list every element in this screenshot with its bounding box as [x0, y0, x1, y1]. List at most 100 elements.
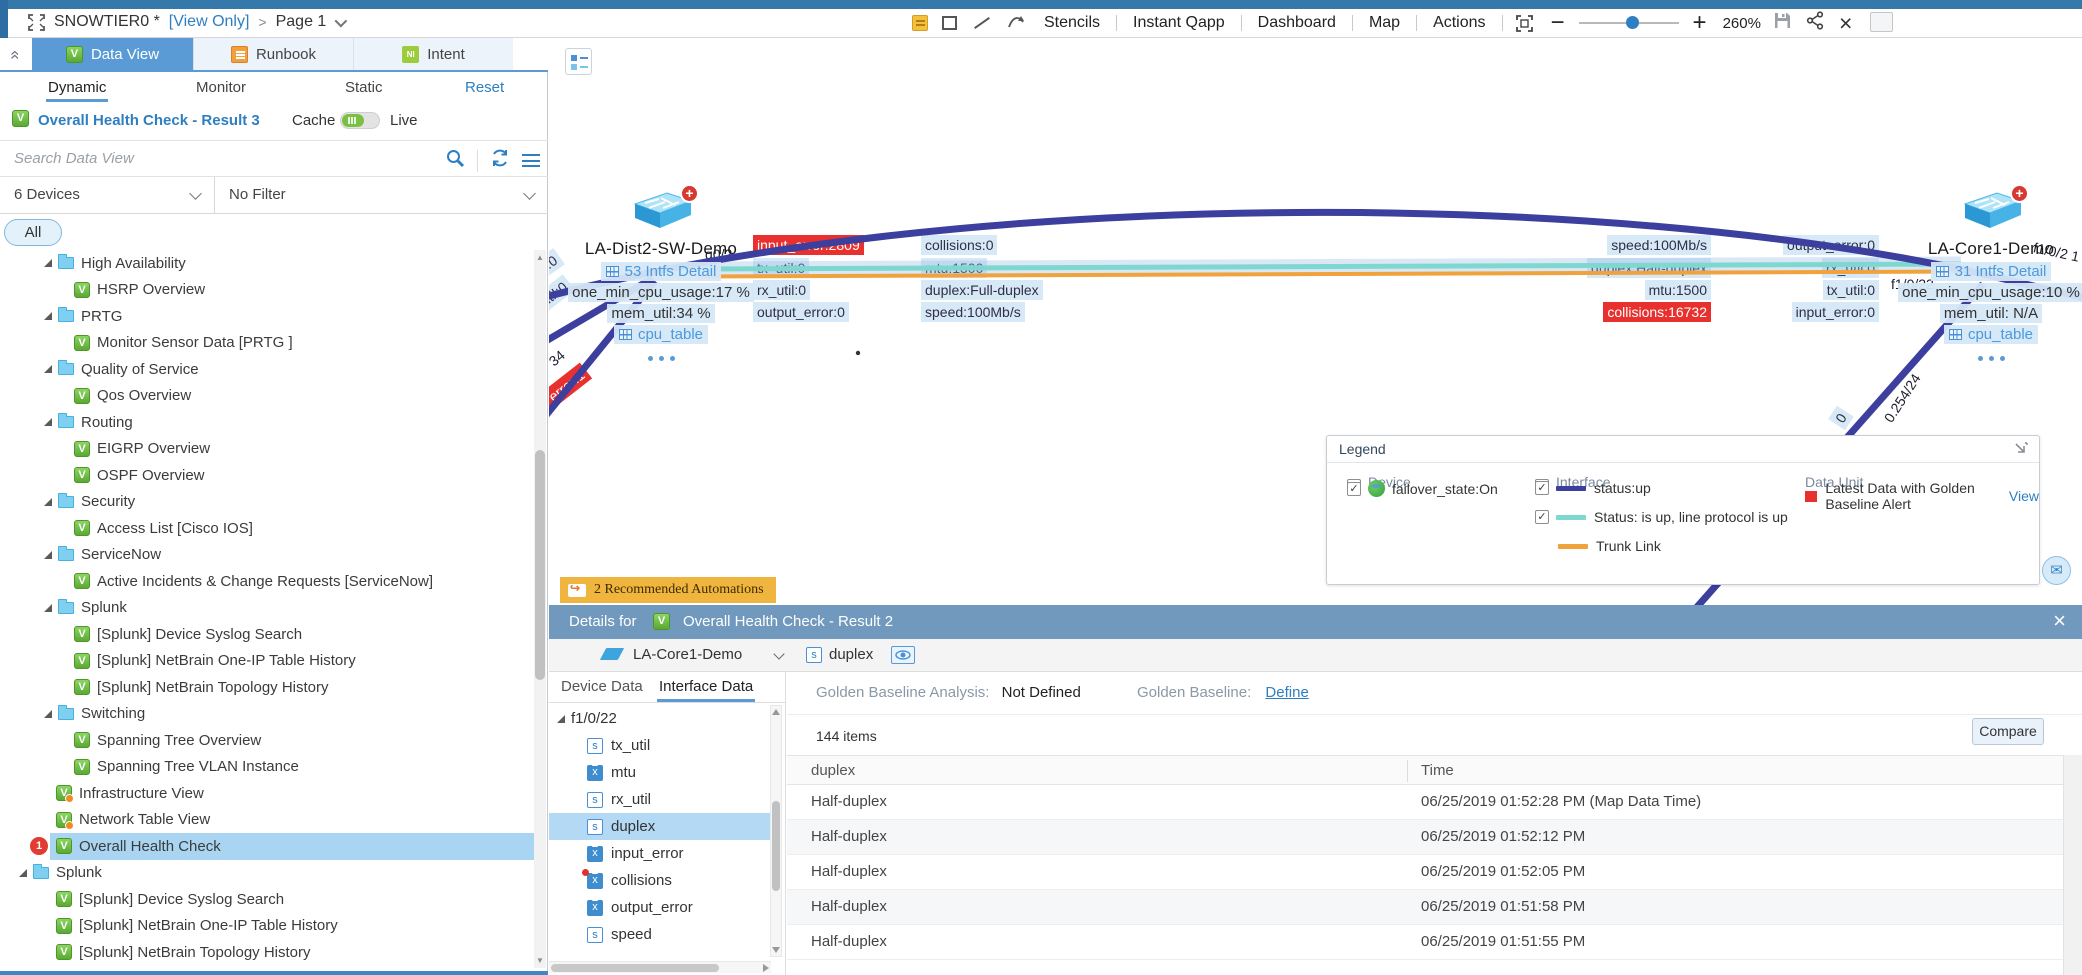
tree-folder-high-availability[interactable]: High Availability	[0, 250, 535, 277]
tab-intent[interactable]: NI Intent	[353, 38, 513, 70]
share-icon[interactable]	[1806, 11, 1825, 35]
field-input_error[interactable]: xinput_error	[549, 840, 771, 867]
tree-item-ospf-overview[interactable]: VOSPF Overview	[0, 966, 535, 969]
chevron-down-icon[interactable]	[773, 648, 784, 659]
tree-item-eigrp-overview[interactable]: VEIGRP Overview	[0, 436, 535, 463]
menu-instant-qapp[interactable]: Instant Qapp	[1130, 14, 1228, 32]
fit-screen-icon[interactable]	[1516, 15, 1533, 32]
device-scope-dropdown[interactable]: 6 Devices	[0, 177, 215, 214]
intfs-detail-link[interactable]: 53 Intfs Detail	[601, 262, 722, 281]
table-row[interactable]: Half-duplex06/25/2019 01:52:12 PM	[787, 820, 2063, 855]
intfs-detail-link[interactable]: 31 Intfs Detail	[1931, 262, 2052, 281]
tree-item-qos-overview[interactable]: VQos Overview	[0, 383, 535, 410]
eye-icon[interactable]	[891, 646, 915, 664]
search-bar[interactable]: Search Data View	[0, 140, 548, 177]
tree-caret-icon[interactable]	[557, 715, 565, 723]
detached-panel-icon[interactable]	[1870, 12, 1893, 32]
tree-folder-quality-of-service[interactable]: Quality of Service	[0, 356, 535, 383]
table-row[interactable]: Half-duplex06/25/2019 01:52:28 PM (Map D…	[787, 785, 2063, 820]
subtab-dynamic[interactable]: Dynamic	[48, 79, 106, 96]
tree-folder-security[interactable]: Security	[0, 489, 535, 516]
tree-folder-servicenow[interactable]: ServiceNow	[0, 542, 535, 569]
checkbox-checked[interactable]: ✓	[1535, 510, 1549, 524]
save-icon[interactable]	[1773, 11, 1792, 35]
table-scrollbar[interactable]	[2063, 755, 2082, 975]
scrollbar-thumb[interactable]	[535, 450, 545, 680]
reset-link[interactable]: Reset	[465, 79, 504, 96]
tree-folder-prtg[interactable]: PRTG	[0, 303, 535, 330]
tab-data-view[interactable]: V Data View	[32, 38, 193, 70]
expand-map-icon[interactable]	[28, 14, 45, 31]
tree-caret-icon[interactable]	[44, 498, 52, 506]
refresh-icon[interactable]	[490, 148, 510, 173]
field-rx_util[interactable]: srx_util	[549, 786, 771, 813]
tree-folder-switching[interactable]: Switching	[0, 701, 535, 728]
cpu-table-link[interactable]: cpu_table	[614, 325, 708, 344]
view-link[interactable]: View	[2009, 488, 2039, 504]
tab-interface-data[interactable]: Interface Data	[659, 678, 753, 695]
device-name[interactable]: LA-Core1-Demo	[1871, 239, 2082, 259]
page-name[interactable]: Page 1	[276, 13, 327, 31]
tree-folder-splunk[interactable]: Splunk	[0, 860, 535, 887]
device-la-dist2[interactable]: + LA-Dist2-SW-Demo 53 Intfs Detail one_m…	[549, 190, 781, 366]
tree-item--splunk-netbrain-one-ip-table-history[interactable]: V[Splunk] NetBrain One-IP Table History	[0, 913, 535, 940]
search-input[interactable]: Search Data View	[14, 150, 134, 167]
data-field-tab[interactable]: s duplex	[806, 646, 873, 663]
cpu-table-link[interactable]: cpu_table	[1944, 325, 2038, 344]
legend-expand-icon[interactable]	[2013, 441, 2029, 457]
tree-item-spanning-tree-vlan-instance[interactable]: VSpanning Tree VLAN Instance	[0, 754, 535, 781]
zoom-out-button[interactable]: −	[1541, 13, 1575, 33]
define-link[interactable]: Define	[1265, 684, 1308, 701]
tree-item-overall-health-check[interactable]: 1VOverall Health Check	[0, 833, 535, 860]
zoom-in-button[interactable]: +	[1683, 13, 1717, 33]
page-chevron-icon[interactable]	[335, 14, 348, 27]
checkbox-checked[interactable]: ✓	[1535, 481, 1549, 495]
curve-tool-icon[interactable]	[1007, 12, 1027, 35]
tree-item--splunk-netbrain-topology-history[interactable]: V[Splunk] NetBrain Topology History	[0, 674, 535, 701]
scrollbar-thumb[interactable]	[551, 964, 719, 972]
tree-caret-icon[interactable]	[44, 418, 52, 426]
tree-caret-icon[interactable]	[19, 869, 27, 877]
tree-caret-icon[interactable]	[44, 312, 52, 320]
compare-button[interactable]: Compare	[1972, 718, 2044, 745]
field-tx_util[interactable]: stx_util	[549, 732, 771, 759]
column-time[interactable]: Time	[1421, 762, 1454, 779]
zoom-slider-knob[interactable]	[1626, 16, 1639, 29]
search-icon[interactable]	[445, 148, 465, 173]
subtab-monitor[interactable]: Monitor	[196, 79, 246, 96]
switch-icon[interactable]: +	[629, 190, 693, 238]
more-data-icon[interactable]	[549, 348, 781, 366]
result-title-link[interactable]: Overall Health Check - Result 3	[38, 112, 260, 129]
tree-caret-icon[interactable]	[44, 259, 52, 267]
tree-caret-icon[interactable]	[44, 604, 52, 612]
recommended-automations-badge[interactable]: 2 Recommended Automations	[560, 577, 776, 603]
field-speed[interactable]: sspeed	[549, 921, 771, 948]
checkbox-checked[interactable]: ✓	[1347, 482, 1361, 496]
interface-node[interactable]: f1/0/22	[549, 705, 617, 732]
table-row[interactable]: Half-duplex06/25/2019 01:51:58 PM	[787, 890, 2063, 925]
tree-item--splunk-netbrain-one-ip-table-history[interactable]: V[Splunk] NetBrain One-IP Table History	[0, 648, 535, 675]
note-tool-icon[interactable]	[912, 15, 928, 31]
all-filter-pill[interactable]: All	[4, 219, 62, 246]
tree-item-ospf-overview[interactable]: VOSPF Overview	[0, 462, 535, 489]
field-scrollbar[interactable]	[770, 705, 782, 957]
alert-plus-badge[interactable]: +	[2010, 184, 2029, 203]
close-map-icon[interactable]: ×	[1839, 13, 1852, 33]
shape-tool-icon[interactable]	[942, 16, 957, 30]
device-la-core1[interactable]: + LA-Core1-Demo 31 Intfs Detail one_min_…	[1871, 190, 2082, 366]
device-name[interactable]: LA-Dist2-SW-Demo	[549, 239, 781, 259]
email-alert-icon[interactable]: ✉	[2042, 556, 2071, 585]
tree-item-network-table-view[interactable]: VNetwork Table View	[0, 807, 535, 834]
tree-item--splunk-device-syslog-search[interactable]: V[Splunk] Device Syslog Search	[0, 886, 535, 913]
tab-device-data[interactable]: Device Data	[561, 678, 643, 695]
close-details-icon[interactable]: ×	[2053, 608, 2066, 634]
alert-plus-badge[interactable]: +	[680, 184, 699, 203]
zoom-slider[interactable]	[1579, 22, 1679, 24]
data-filter-dropdown[interactable]: No Filter	[215, 177, 548, 214]
field-hscrollbar[interactable]	[549, 961, 771, 973]
field-output_error[interactable]: xoutput_error	[549, 894, 771, 921]
menu-actions[interactable]: Actions	[1430, 14, 1488, 32]
menu-stencils[interactable]: Stencils	[1041, 14, 1103, 32]
tree-item-spanning-tree-overview[interactable]: VSpanning Tree Overview	[0, 727, 535, 754]
details-device-selector[interactable]: LA-Core1-Demo	[633, 646, 742, 663]
